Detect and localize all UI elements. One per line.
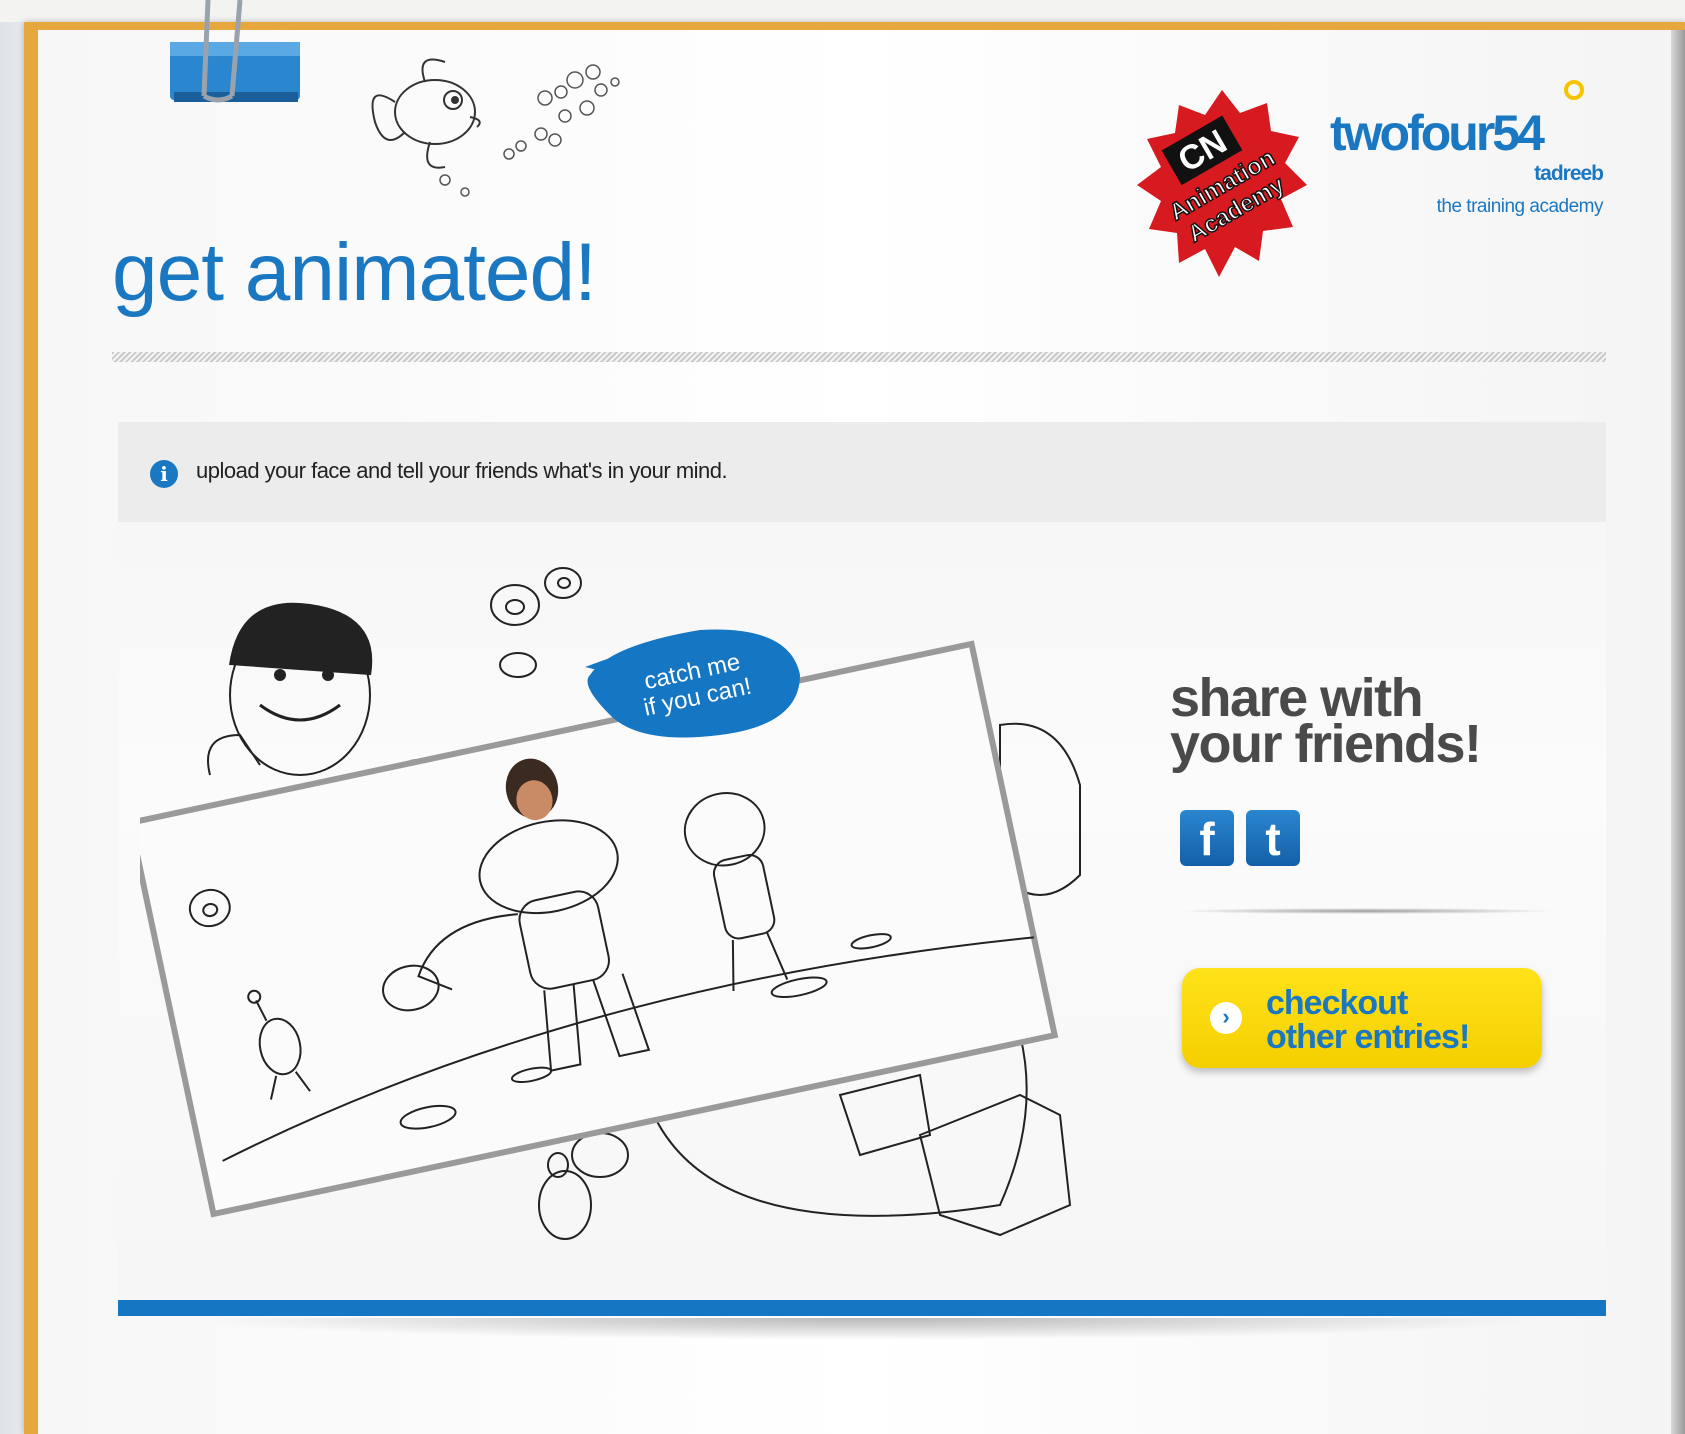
twofour54-tagline: the training academy bbox=[1436, 196, 1604, 217]
info-text: upload your face and tell your friends w… bbox=[196, 458, 728, 483]
chevron-right-icon: › bbox=[1210, 1002, 1242, 1034]
twitter-icon: t bbox=[1265, 813, 1281, 865]
facebook-share-button[interactable]: f bbox=[1180, 810, 1234, 866]
title-divider bbox=[112, 352, 1606, 362]
info-icon: i bbox=[150, 460, 178, 488]
checkout-entries-button[interactable]: › checkout other entries! bbox=[1182, 968, 1542, 1068]
twofour54-sub: tadreeb bbox=[1534, 162, 1604, 185]
checkout-label-line1: checkout bbox=[1266, 984, 1408, 1022]
page-title: get animated! bbox=[112, 227, 597, 318]
share-heading: share with your friends! bbox=[1170, 671, 1590, 774]
checkout-label: checkout other entries! bbox=[1266, 984, 1470, 1056]
checkout-label-line2: other entries! bbox=[1266, 1018, 1470, 1056]
binder-clip-icon bbox=[170, 0, 300, 103]
logo-ring-icon bbox=[1564, 80, 1584, 100]
footer-bar-shadow bbox=[140, 1318, 1600, 1342]
card-edge-shadow bbox=[1671, 30, 1685, 1434]
facebook-icon: f bbox=[1199, 813, 1215, 865]
share-heading-line2: your friends! bbox=[1170, 714, 1482, 774]
info-bar: i upload your face and tell your friends… bbox=[118, 422, 1606, 522]
share-divider bbox=[1175, 908, 1555, 914]
twofour54-name: twofour54 bbox=[1330, 105, 1545, 161]
cn-animation-academy-logo: CN Animation Academy bbox=[1137, 90, 1307, 277]
fish-doodle-icon bbox=[371, 58, 620, 197]
twofour54-logo: twofour54 tadreeb the training academy bbox=[1330, 80, 1615, 230]
cartoon-scene: catch me if you can! bbox=[140, 567, 1081, 1240]
footer-bar bbox=[118, 1300, 1606, 1316]
twitter-share-button[interactable]: t bbox=[1246, 810, 1300, 866]
